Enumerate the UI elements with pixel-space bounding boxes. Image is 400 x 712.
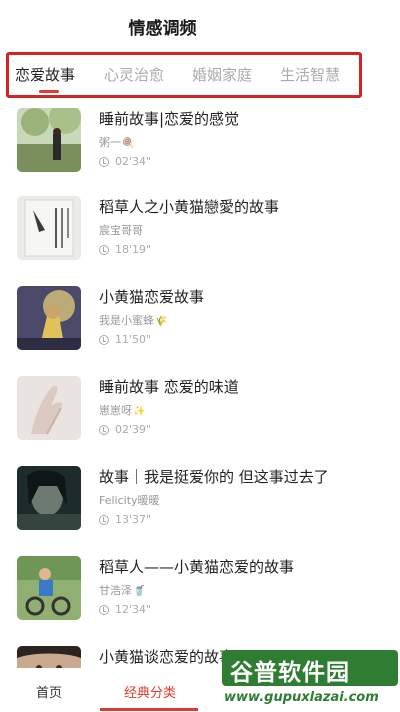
nav-classic-categories[interactable]: 经典分类 xyxy=(124,682,176,701)
clock-icon xyxy=(99,244,109,255)
watermark-text: 谷普软件园 xyxy=(230,660,350,686)
item-duration: 12'34" xyxy=(99,603,151,616)
item-duration: 18'19" xyxy=(99,243,151,256)
item-title: 小黄猫恋爱故事 xyxy=(99,288,205,306)
item-author: 宸宝哥哥 xyxy=(99,224,143,237)
header: 情感调频 xyxy=(0,0,400,50)
item-author: Felicity暖暖 xyxy=(99,494,160,507)
category-tabs: 恋爱故事 心灵治愈 婚姻家庭 生活智慧 xyxy=(6,52,362,98)
tab-life-wisdom[interactable]: 生活智慧 xyxy=(280,64,340,85)
site-watermark: 谷普软件园 www.gupuxlazai.com xyxy=(218,650,400,712)
clock-icon xyxy=(99,334,109,345)
item-title: 故事｜我是挺爱你的 但这事过去了 xyxy=(99,468,329,486)
watermark-banner: 谷普软件园 xyxy=(222,650,398,686)
item-author: 甘浩泽🥤 xyxy=(99,584,146,597)
list-item[interactable]: 稻草人之小黄猫戀愛的故事 宸宝哥哥 18'19" xyxy=(0,188,400,276)
cover-thumbnail xyxy=(17,556,81,620)
item-duration: 11'50" xyxy=(99,333,151,346)
cover-thumbnail xyxy=(17,196,81,260)
item-author: 我是小蜜蜂🌾 xyxy=(99,314,168,327)
watermark-url: www.gupuxlazai.com xyxy=(224,690,379,705)
item-title: 稻草人之小黄猫戀愛的故事 xyxy=(99,198,280,216)
active-tab-indicator xyxy=(39,90,59,93)
active-nav-indicator xyxy=(100,708,198,711)
tab-love-stories[interactable]: 恋爱故事 xyxy=(15,64,75,85)
item-author: 崽崽呀✨ xyxy=(99,404,146,417)
list-item[interactable]: 小黄猫恋爱故事 我是小蜜蜂🌾 11'50" xyxy=(0,278,400,366)
item-author: 粥一🍭 xyxy=(99,136,135,149)
tab-soul-healing[interactable]: 心灵治愈 xyxy=(104,64,164,85)
cover-thumbnail xyxy=(17,376,81,440)
list-item[interactable]: 睡前故事 恋爱的味道 崽崽呀✨ 02'39" xyxy=(0,368,400,456)
list-item[interactable]: 故事｜我是挺爱你的 但这事过去了 Felicity暖暖 13'37" xyxy=(0,458,400,546)
item-title: 睡前故事|恋爱的感觉 xyxy=(99,110,240,128)
item-duration: 13'37" xyxy=(99,513,151,526)
nav-home[interactable]: 首页 xyxy=(36,682,62,701)
clock-icon xyxy=(99,424,109,435)
cover-thumbnail xyxy=(17,466,81,530)
cover-thumbnail xyxy=(17,286,81,350)
clock-icon xyxy=(99,514,109,525)
item-title: 稻草人——小黄猫恋爱的故事 xyxy=(99,558,295,576)
tab-marriage-family[interactable]: 婚姻家庭 xyxy=(192,64,252,85)
cover-thumbnail xyxy=(17,108,81,172)
item-duration: 02'34" xyxy=(99,155,151,168)
list-item[interactable]: 睡前故事|恋爱的感觉 粥一🍭 02'34" xyxy=(0,100,400,188)
item-duration: 02'39" xyxy=(99,423,151,436)
item-title: 睡前故事 恋爱的味道 xyxy=(99,378,239,396)
clock-icon xyxy=(99,604,109,615)
clock-icon xyxy=(99,156,109,167)
list-item[interactable]: 稻草人——小黄猫恋爱的故事 甘浩泽🥤 12'34" xyxy=(0,548,400,636)
page-title: 情感调频 xyxy=(128,19,197,39)
item-title: 小黄猫谈恋爱的故事 xyxy=(99,648,235,666)
